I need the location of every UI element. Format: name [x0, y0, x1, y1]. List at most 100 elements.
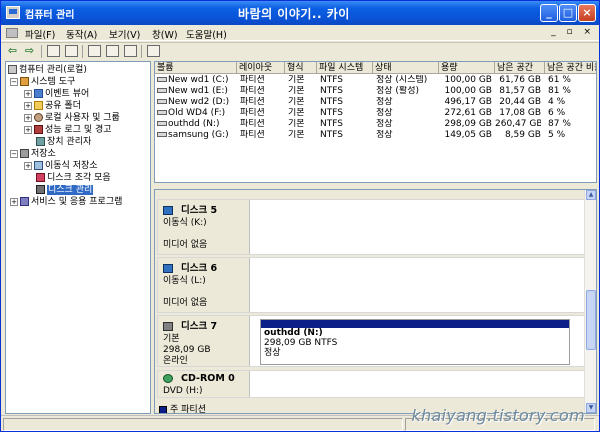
disk-6-type: 이동식 (L:) [163, 276, 206, 286]
free-space-cell: 17,08 GB [499, 108, 541, 118]
capacity-cell: 149,05 GB [444, 130, 492, 140]
export-list-icon[interactable] [124, 45, 137, 57]
volume-icon [157, 77, 167, 82]
disk-5-type: 이동식 (K:) [163, 218, 207, 228]
removable-disk-icon [163, 206, 173, 215]
back-arrow-icon[interactable]: ⇦ [6, 45, 19, 57]
status-cell: 정상 (시스템) [376, 75, 428, 85]
primary-partition-bar [261, 320, 569, 328]
removable-disk-icon [163, 264, 173, 273]
column-header-filesystem[interactable]: 파일 시스템 [317, 62, 373, 74]
disk-5-block[interactable]: 디스크 5 이동식 (K:) 미디어 없음 [157, 199, 585, 255]
partition-size: 298,09 GB NTFS [264, 338, 338, 348]
volume-icon [157, 99, 167, 104]
scroll-down-arrow-icon[interactable]: ▼ [586, 403, 596, 413]
expand-icon[interactable]: + [24, 101, 32, 110]
removable-storage-icon [34, 161, 43, 170]
disk-5-title: 디스크 5 [181, 205, 218, 216]
column-header-layout[interactable]: 레이아웃 [237, 62, 285, 74]
free-space-cell: 260,47 GB [495, 119, 541, 129]
disk-management-icon [36, 185, 45, 194]
column-header-volume[interactable]: 볼륨 [155, 62, 237, 74]
capacity-cell: 496,17 GB [444, 97, 492, 107]
status-cell: 정상 [376, 119, 393, 129]
column-header-free-space[interactable]: 남은 공간 [495, 62, 545, 74]
menu-help[interactable]: 도움말(H) [186, 27, 227, 41]
title-bar[interactable]: 컴퓨터 관리 바람의 이야기.. 카이 _ □ × [1, 1, 599, 25]
volume-icon [157, 88, 167, 93]
scroll-thumb[interactable] [586, 290, 596, 350]
tree-item-perf-logs[interactable]: + 성능 로그 및 경고 [24, 125, 112, 136]
close-button[interactable]: × [578, 4, 596, 22]
device-manager-icon [36, 137, 45, 146]
tree-item-event-viewer[interactable]: + 이벤트 뷰어 [24, 89, 89, 100]
console-tree: 컴퓨터 관리(로컬) − 시스템 도구 + 이벤트 뷰어 + 공유 폴더 + 로컬 사용… [5, 61, 151, 414]
tree-item-storage[interactable]: − 저장소 [10, 149, 56, 160]
volume-icon [157, 132, 167, 137]
menu-action[interactable]: 동작(A) [66, 27, 97, 41]
show-hide-tree-icon[interactable] [65, 45, 78, 57]
up-folder-icon[interactable] [47, 45, 60, 57]
forward-arrow-icon[interactable]: ⇨ [23, 45, 36, 57]
free-percent-cell: 61 % [548, 75, 571, 85]
disk-6-block[interactable]: 디스크 6 이동식 (L:) 미디어 없음 [157, 257, 585, 313]
column-header-type[interactable]: 형식 [285, 62, 317, 74]
disk-7-block[interactable]: 디스크 7 기본 298,09 GB 온라인 outhdd (N:) 298,0… [157, 315, 585, 367]
column-header-free-percent[interactable]: 남은 공간 비율 [545, 62, 596, 74]
tree-item-defrag[interactable]: 디스크 조각 모음 [36, 173, 111, 184]
expand-icon[interactable]: + [24, 161, 32, 170]
expand-icon[interactable]: + [24, 125, 32, 134]
collapse-icon[interactable]: − [10, 77, 18, 86]
volume-name-cell: Old WD4 (F:) [157, 108, 237, 119]
tree-item-device-manager[interactable]: 장치 관리자 [36, 137, 91, 148]
computer-icon [8, 65, 17, 74]
filesystem-cell: NTFS [320, 75, 343, 85]
partition-outhdd[interactable]: outhdd (N:) 298,09 GB NTFS 정상 [260, 319, 570, 365]
column-header-capacity[interactable]: 용량 [439, 62, 495, 74]
toolbar-separator [141, 45, 142, 58]
tree-item-shared-folders[interactable]: + 공유 폴더 [24, 101, 81, 112]
legend-primary-partition: 주 파티션 [170, 405, 206, 414]
maximize-button[interactable]: □ [559, 4, 577, 22]
vertical-scrollbar[interactable]: ▲ ▼ [584, 190, 596, 413]
tree-item-system-tools[interactable]: − 시스템 도구 [10, 77, 75, 88]
properties-icon[interactable] [88, 45, 101, 57]
layout-cell: 파티션 [240, 97, 265, 107]
capacity-cell: 100,00 GB [444, 75, 492, 85]
tree-item-removable-storage[interactable]: + 이동식 저장소 [24, 161, 98, 172]
scroll-up-arrow-icon[interactable]: ▲ [586, 190, 596, 200]
volume-name-cell: New wd2 (D:) [157, 97, 237, 108]
tree-item-local-users[interactable]: + 로컬 사용자 및 그룹 [24, 113, 120, 124]
cdrom-0-title: CD-ROM 0 [181, 373, 235, 384]
tree-item-services[interactable]: + 서비스 및 응용 프로그램 [10, 197, 122, 208]
mdi-window-controls[interactable]: _ ▫ × [551, 27, 595, 37]
disk-5-status: 미디어 없음 [163, 240, 208, 250]
tree-item-root[interactable]: 컴퓨터 관리(로컬) [8, 65, 87, 76]
menu-file[interactable]: 파일(F) [25, 27, 55, 41]
help-icon[interactable] [106, 45, 119, 57]
type-cell: 기본 [288, 108, 305, 118]
expand-icon[interactable]: + [24, 113, 32, 122]
tree-item-disk-management[interactable]: 디스크 관리 [36, 185, 94, 196]
free-space-cell: 61,76 GB [499, 75, 541, 85]
type-cell: 기본 [288, 119, 305, 129]
disk-5-info: 디스크 5 이동식 (K:) 미디어 없음 [158, 200, 250, 254]
expand-icon[interactable]: + [24, 89, 32, 98]
free-percent-cell: 6 % [548, 108, 566, 118]
layout-cell: 파티션 [240, 108, 265, 118]
capacity-cell: 100,00 GB [444, 86, 492, 96]
layout-cell: 파티션 [240, 119, 265, 129]
refresh-icon[interactable] [147, 45, 160, 57]
menu-window[interactable]: 창(W) [152, 27, 178, 41]
expand-icon[interactable]: + [10, 197, 18, 206]
disk-5-size [163, 229, 244, 240]
mmc-icon[interactable] [6, 28, 18, 38]
minimize-button[interactable]: _ [540, 4, 558, 22]
column-header-status[interactable]: 상태 [373, 62, 439, 74]
menu-view[interactable]: 보기(V) [109, 27, 140, 41]
volume-list: 볼륨 레이아웃 형식 파일 시스템 상태 용량 남은 공간 남은 공간 비율 N… [154, 61, 597, 183]
status-cell: 정상 [376, 130, 393, 140]
cdrom-0-block[interactable]: CD-ROM 0 DVD (H:) [157, 370, 585, 398]
layout-cell: 파티션 [240, 86, 265, 96]
collapse-icon[interactable]: − [10, 149, 18, 158]
